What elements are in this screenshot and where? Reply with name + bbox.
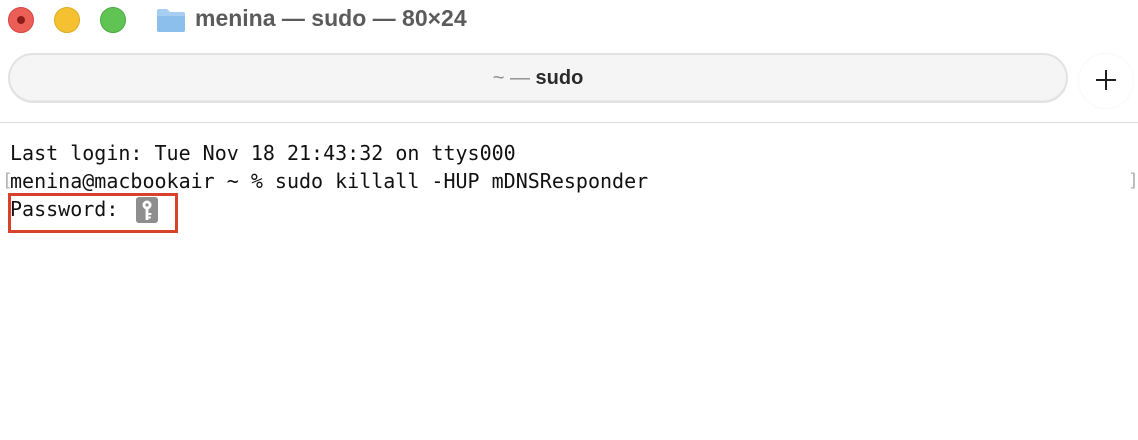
terminal-window: menina — sudo — 80×24 ~ — sudo Last logi… [0,0,1138,440]
terminal-line-command: menina@macbookair ~ % sudo killall -HUP … [10,169,649,193]
terminal-line-last-login: Last login: Tue Nov 18 21:43:32 on ttys0… [10,141,516,165]
plus-icon-vertical [1105,70,1107,90]
title-bar[interactable]: menina — sudo — 80×24 [0,0,1138,42]
tab-title-prefix: ~ — [492,67,530,89]
minimize-button[interactable] [54,7,80,33]
close-button[interactable] [8,7,34,33]
password-highlight-box [8,193,178,233]
tab-title: ~ — sudo [10,67,1066,90]
window-title: menina — sudo — 80×24 [195,5,467,31]
new-tab-button[interactable] [1079,54,1133,108]
folder-icon [157,9,185,32]
close-dot-icon [17,16,25,24]
maximize-button[interactable] [100,7,126,33]
tab-title-name: sudo [535,67,584,89]
tab-sudo[interactable]: ~ — sudo [8,53,1068,103]
tab-bar: ~ — sudo [0,48,1138,112]
mark-bracket-right: ] [1128,170,1138,191]
terminal-output[interactable]: Last login: Tue Nov 18 21:43:32 on ttys0… [0,123,1138,440]
